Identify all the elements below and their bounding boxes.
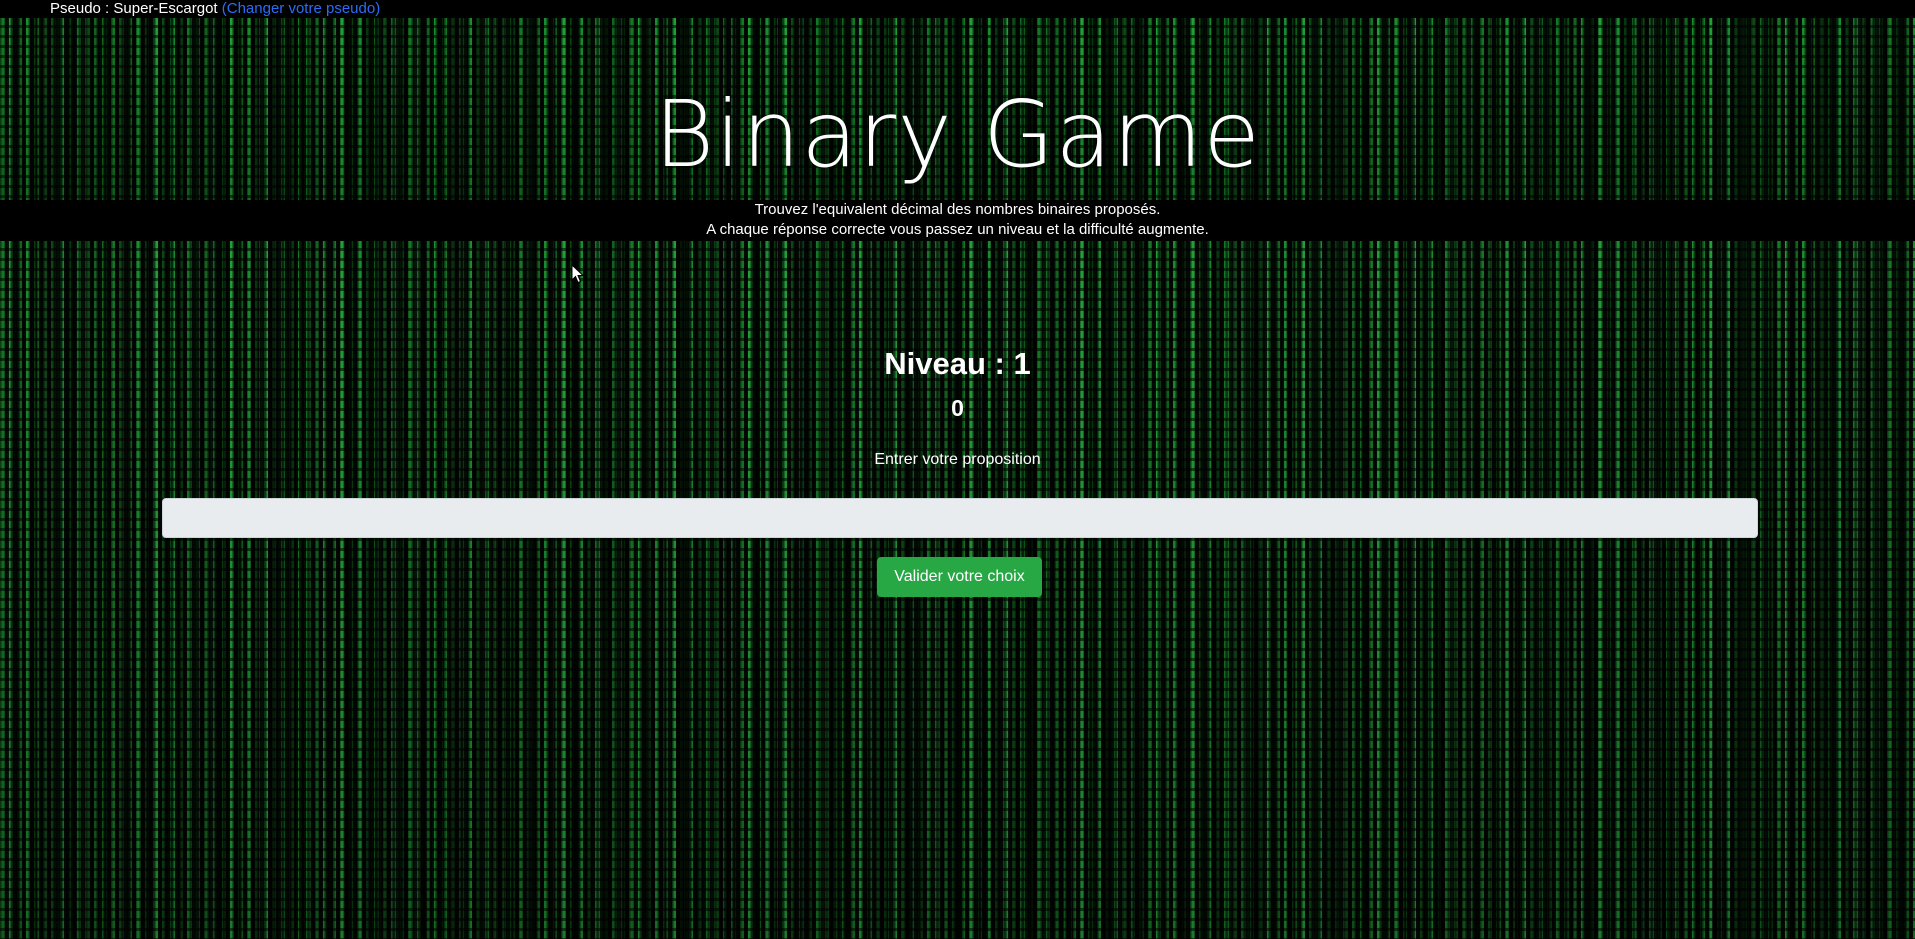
binary-game-page: Pseudo : Super-Escargot (Changer votre p… <box>0 0 1915 939</box>
answer-input[interactable] <box>162 498 1758 538</box>
prompt-label: Entrer votre proposition <box>874 451 1041 468</box>
pseudo-text: Pseudo : Super-Escargot <box>50 0 218 17</box>
top-bar: Pseudo : Super-Escargot (Changer votre p… <box>0 0 1915 18</box>
change-pseudo-link[interactable]: (Changer votre pseudo) <box>222 0 380 17</box>
intro-band: Trouvez l'equivalent décimal des nombres… <box>0 200 1915 241</box>
mouse-pointer-icon <box>571 264 585 284</box>
level-label: Niveau : 1 <box>884 346 1031 381</box>
validate-button[interactable]: Valider votre choix <box>877 557 1042 597</box>
binary-number: 0 <box>951 395 964 421</box>
intro-line-1: Trouvez l'equivalent décimal des nombres… <box>754 201 1161 218</box>
page-title: Binary Game <box>654 81 1261 188</box>
intro-line-2: A chaque réponse correcte vous passez un… <box>706 221 1209 238</box>
pseudo-info: Pseudo : Super-Escargot (Changer votre p… <box>50 0 380 18</box>
